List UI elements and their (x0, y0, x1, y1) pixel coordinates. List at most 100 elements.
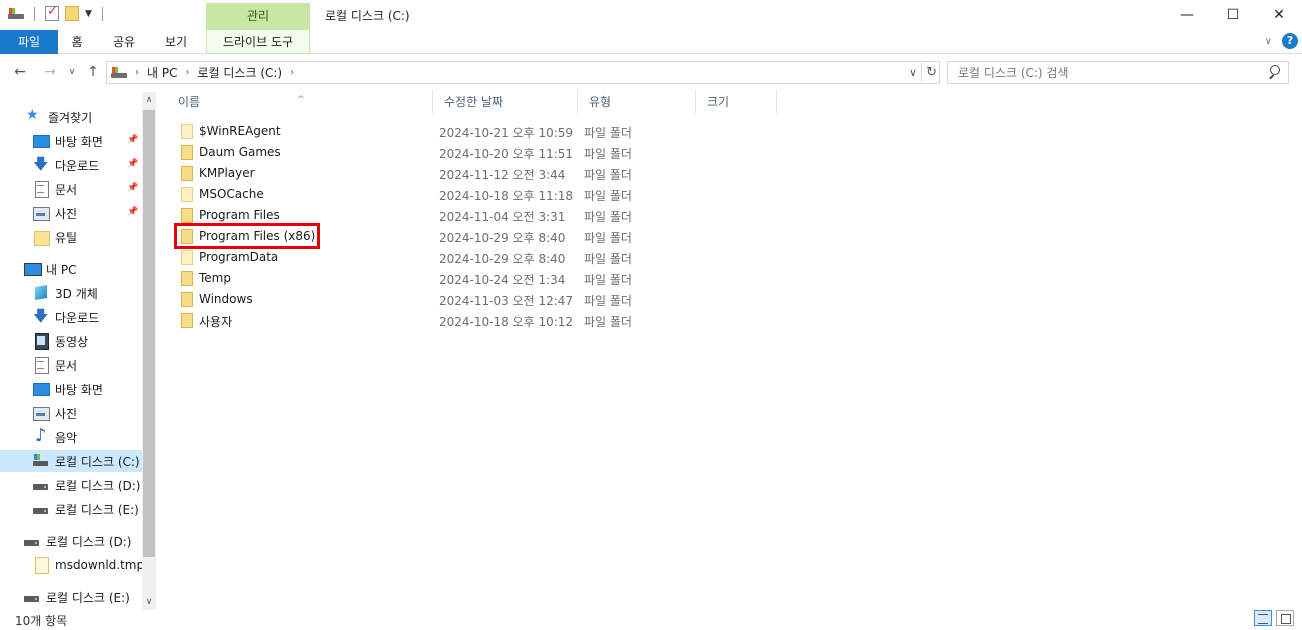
maximize-button[interactable]: ☐ (1210, 0, 1256, 30)
sidebar-item-desktop-pinned[interactable]: 바탕 화면 📌 (0, 130, 142, 152)
file-type: 파일 폴더 (584, 147, 632, 161)
tab-share[interactable]: 공유 (108, 30, 140, 54)
file-type: 파일 폴더 (584, 189, 632, 203)
scroll-up-icon[interactable]: ∧ (142, 92, 156, 108)
sidebar-item-label: 로컬 디스크 (E:) (55, 502, 139, 517)
sidebar-item-desktop[interactable]: 바탕 화면 (0, 378, 142, 400)
large-icons-view-icon[interactable] (1276, 610, 1294, 626)
sidebar-item-local-disk-e[interactable]: 로컬 디스크 (E:) (0, 498, 142, 520)
file-type: 파일 폴더 (584, 231, 632, 245)
quick-access-toolbar: ▼ (8, 4, 107, 21)
sidebar-item-documents-pinned[interactable]: 문서 📌 (0, 178, 142, 200)
help-icon[interactable]: ? (1282, 33, 1298, 49)
sidebar-item-label: 내 PC (46, 262, 77, 277)
sidebar-item-downloads[interactable]: 다운로드 (0, 306, 142, 331)
sidebar-item-local-disk-d[interactable]: 로컬 디스크 (D:) (0, 474, 142, 496)
sidebar-item-util[interactable]: 유틸 (0, 226, 142, 248)
sidebar-item-this-pc[interactable]: 내 PC (0, 258, 142, 280)
document-icon (33, 357, 49, 374)
sidebar-item-3d-objects[interactable]: 3D 개체 (0, 282, 142, 304)
file-row[interactable]: Daum Games 2024-10-20 오후 11:51 파일 폴더 (166, 142, 766, 163)
breadcrumb-this-pc[interactable]: 내 PC (147, 64, 177, 81)
computer-icon (24, 261, 42, 277)
customize-toolbar-icon[interactable]: ▼ (85, 9, 92, 19)
file-row[interactable]: ProgramData 2024-10-29 오후 8:40 파일 폴더 (166, 247, 766, 268)
pin-icon: 📌 (127, 159, 139, 169)
chevron-right-icon[interactable]: › (185, 67, 189, 78)
sidebar-item-label: msdownld.tmp (55, 558, 142, 572)
desktop-icon (33, 133, 50, 149)
file-date: 2024-10-18 오후 10:12 (439, 315, 574, 329)
chevron-right-icon[interactable]: › (290, 67, 294, 78)
new-folder-icon[interactable] (65, 6, 79, 21)
sidebar-item-quick-access[interactable]: 즐겨찾기 (0, 106, 142, 128)
chevron-right-icon[interactable]: › (135, 67, 139, 78)
tab-view[interactable]: 보기 (160, 30, 192, 54)
file-name: Daum Games (199, 145, 281, 159)
column-header-type[interactable]: 유형 (577, 88, 695, 114)
file-type: 파일 폴더 (584, 315, 632, 329)
folder-icon (181, 250, 193, 265)
file-date: 2024-10-18 오후 11:18 (439, 189, 574, 203)
sidebar-item-local-disk-c[interactable]: 로컬 디스크 (C:) (0, 450, 142, 472)
column-header-size[interactable]: 크기 (695, 88, 776, 114)
file-row[interactable]: Temp 2024-10-24 오전 1:34 파일 폴더 (166, 268, 766, 289)
address-history-dropdown-icon[interactable]: ∨ (909, 66, 917, 79)
window-title: 로컬 디스크 (C:) (325, 9, 410, 23)
sidebar-item-downloads-pinned[interactable]: 다운로드 📌 (0, 154, 142, 179)
sidebar-item-label: 사진 (55, 206, 78, 221)
sidebar-item-msdownld[interactable]: msdownld.tmp (0, 554, 142, 576)
scroll-down-icon[interactable]: ∨ (142, 594, 156, 610)
breadcrumb-local-disk-c[interactable]: 로컬 디스크 (C:) (197, 64, 282, 81)
column-divider[interactable] (776, 90, 777, 114)
forward-arrow-icon[interactable]: → (40, 61, 60, 83)
search-box[interactable] (947, 61, 1289, 84)
sidebar-item-pictures-pinned[interactable]: 사진 📌 (0, 202, 142, 224)
folder-icon (181, 208, 193, 223)
tab-home[interactable]: 홈 (64, 30, 90, 54)
file-row[interactable]: 사용자 2024-10-18 오후 10:12 파일 폴더 (166, 310, 766, 331)
file-date: 2024-11-03 오전 12:47 (439, 294, 574, 308)
sidebar-item-label: 다운로드 (55, 310, 100, 325)
file-row[interactable]: MSOCache 2024-10-18 오후 11:18 파일 폴더 (166, 184, 766, 205)
column-header-name[interactable]: 이름 ^ (166, 88, 432, 114)
address-bar[interactable]: › 내 PC › 로컬 디스크 (C:) › ∨ ↻ (106, 61, 940, 84)
details-view-icon[interactable] (1254, 610, 1272, 626)
properties-icon[interactable] (45, 4, 59, 21)
recent-locations-icon[interactable]: ∨ (66, 61, 78, 83)
sidebar-item-documents[interactable]: 문서 (0, 354, 142, 376)
folder-icon (181, 187, 193, 202)
sidebar-item-local-disk-e-root[interactable]: 로컬 디스크 (E:) (0, 586, 142, 608)
file-row-highlighted[interactable]: Program Files (x86) 2024-10-29 오후 8:40 파… (166, 223, 766, 249)
back-arrow-icon[interactable]: ← (10, 61, 30, 83)
status-item-count: 10개 항목 (15, 614, 68, 628)
scrollbar-thumb[interactable] (143, 110, 155, 557)
file-row[interactable]: Windows 2024-11-03 오전 12:47 파일 폴더 (166, 289, 766, 310)
refresh-icon[interactable]: ↻ (926, 65, 937, 80)
file-row[interactable]: KMPlayer 2024-11-12 오전 3:44 파일 폴더 (166, 163, 766, 184)
sidebar-item-music[interactable]: 음악 (0, 425, 142, 448)
column-header-date-modified[interactable]: 수정한 날짜 (432, 88, 577, 114)
folder-icon (181, 229, 193, 244)
file-row[interactable]: $WinREAgent 2024-10-21 오후 10:59 파일 폴더 (166, 121, 766, 142)
sidebar-item-videos[interactable]: 동영상 (0, 330, 142, 352)
sidebar-item-label: 유틸 (55, 230, 78, 245)
file-name: Program Files (199, 208, 280, 222)
minimize-button[interactable]: — (1164, 0, 1210, 30)
expand-ribbon-icon[interactable]: ∨ (1265, 36, 1272, 47)
pin-icon: 📌 (127, 207, 139, 217)
navigation-pane-scrollbar[interactable]: ∧ ∨ (142, 92, 156, 610)
up-arrow-icon[interactable]: ↑ (84, 61, 102, 83)
drive-app-icon[interactable] (8, 7, 24, 21)
search-icon[interactable] (1268, 65, 1280, 78)
search-input[interactable] (948, 62, 1248, 83)
pin-icon: 📌 (127, 135, 139, 145)
sidebar-item-label: 3D 개체 (55, 286, 98, 301)
navigation-pane: 즐겨찾기 바탕 화면 📌 다운로드 📌 문서 📌 사진 📌 유틸 내 PC 3D… (0, 92, 142, 610)
sidebar-item-pictures[interactable]: 사진 (0, 402, 142, 424)
sidebar-item-local-disk-d-root[interactable]: 로컬 디스크 (D:) (0, 530, 142, 552)
tab-drive-tools[interactable]: 드라이브 도구 (206, 30, 310, 54)
tab-file[interactable]: 파일 (0, 30, 58, 54)
sidebar-item-label: 로컬 디스크 (E:) (46, 590, 130, 605)
close-button[interactable]: ✕ (1256, 0, 1302, 30)
